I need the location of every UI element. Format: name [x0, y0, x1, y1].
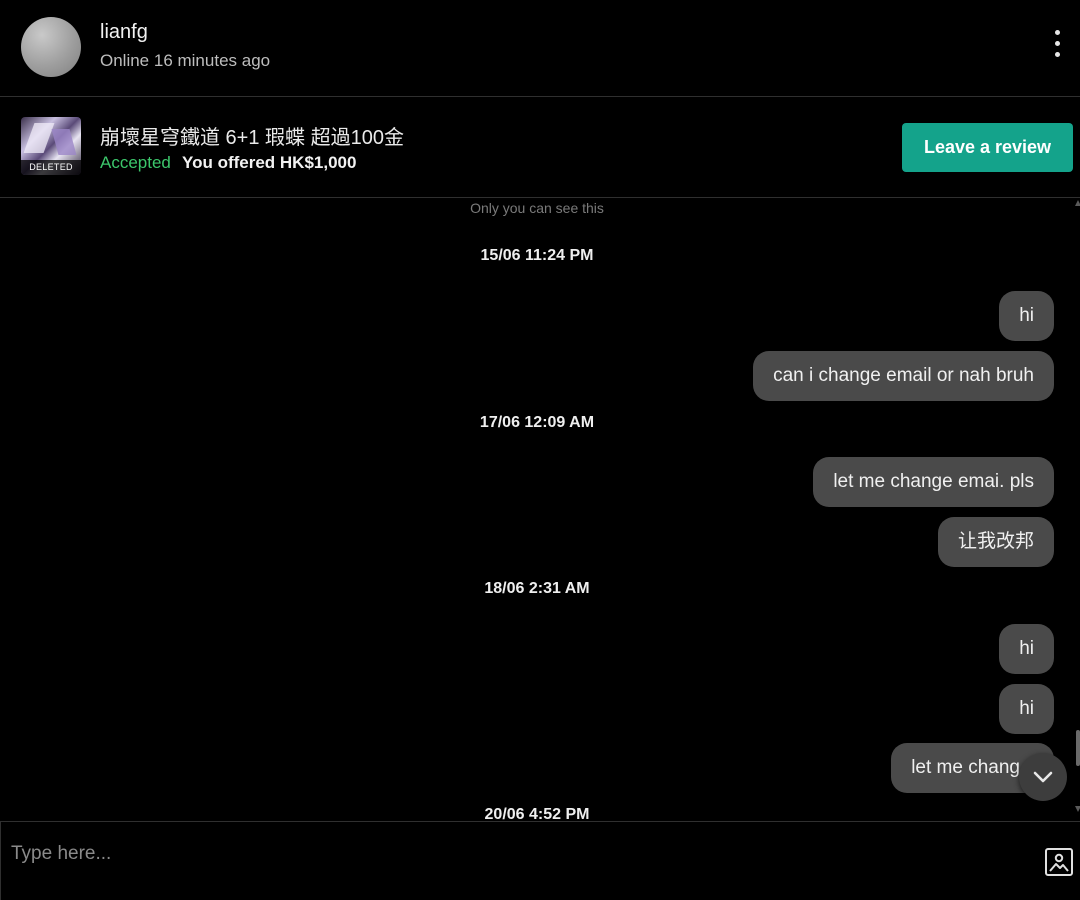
image-icon[interactable]	[1044, 847, 1074, 877]
online-status: Online 16 minutes ago	[100, 51, 271, 70]
message-bubble[interactable]: hi	[999, 684, 1054, 734]
private-notice: Only you can see this	[470, 200, 604, 216]
message-bubble[interactable]: can i change email or nah bruh	[753, 351, 1054, 401]
scroll-to-bottom-button[interactable]	[1019, 753, 1067, 801]
date-separator: 18/06 2:31 AM	[484, 580, 590, 597]
scroll-up-arrow-icon[interactable]	[1075, 200, 1080, 206]
chat-window: lianfg Online 16 minutes ago DELETED 崩壞星…	[0, 0, 1080, 900]
scroll-down-arrow-icon[interactable]	[1075, 806, 1080, 812]
avatar[interactable]	[21, 17, 81, 77]
more-options-icon[interactable]	[1046, 28, 1070, 60]
date-separator: 17/06 12:09 AM	[479, 414, 595, 431]
offer-status: Accepted	[100, 153, 171, 172]
message-bubble[interactable]: hi	[999, 291, 1054, 341]
listing-thumbnail[interactable]: DELETED	[21, 117, 81, 175]
scrollbar-thumb[interactable]	[1076, 730, 1080, 766]
message-bubble[interactable]: 让我改邦	[937, 517, 1054, 567]
chevron-down-icon	[1033, 771, 1053, 783]
offer-amount: You offered HK$1,000	[182, 153, 357, 172]
date-separator: 15/06 11:24 PM	[480, 247, 594, 264]
message-list[interactable]: Only you can see this 15/06 11:24 PM hi …	[0, 198, 1080, 821]
date-separator: 20/06 4:52 PM	[484, 806, 590, 821]
message-input[interactable]	[11, 836, 1011, 872]
chat-header: lianfg Online 16 minutes ago	[0, 0, 1080, 97]
username[interactable]: lianfg	[100, 21, 148, 44]
leave-review-button[interactable]: Leave a review	[902, 123, 1073, 172]
message-bubble[interactable]: hi	[999, 624, 1054, 674]
scrollbar[interactable]	[1075, 198, 1080, 821]
message-composer	[0, 821, 1080, 900]
deleted-badge: DELETED	[21, 160, 81, 175]
message-bubble[interactable]: let me change emai. pls	[813, 457, 1054, 507]
listing-bar: DELETED 崩壞星穹鐵道 6+1 瑕蝶 超過100金 Accepted Yo…	[0, 97, 1080, 198]
listing-title[interactable]: 崩壞星穹鐵道 6+1 瑕蝶 超過100金	[100, 121, 404, 150]
